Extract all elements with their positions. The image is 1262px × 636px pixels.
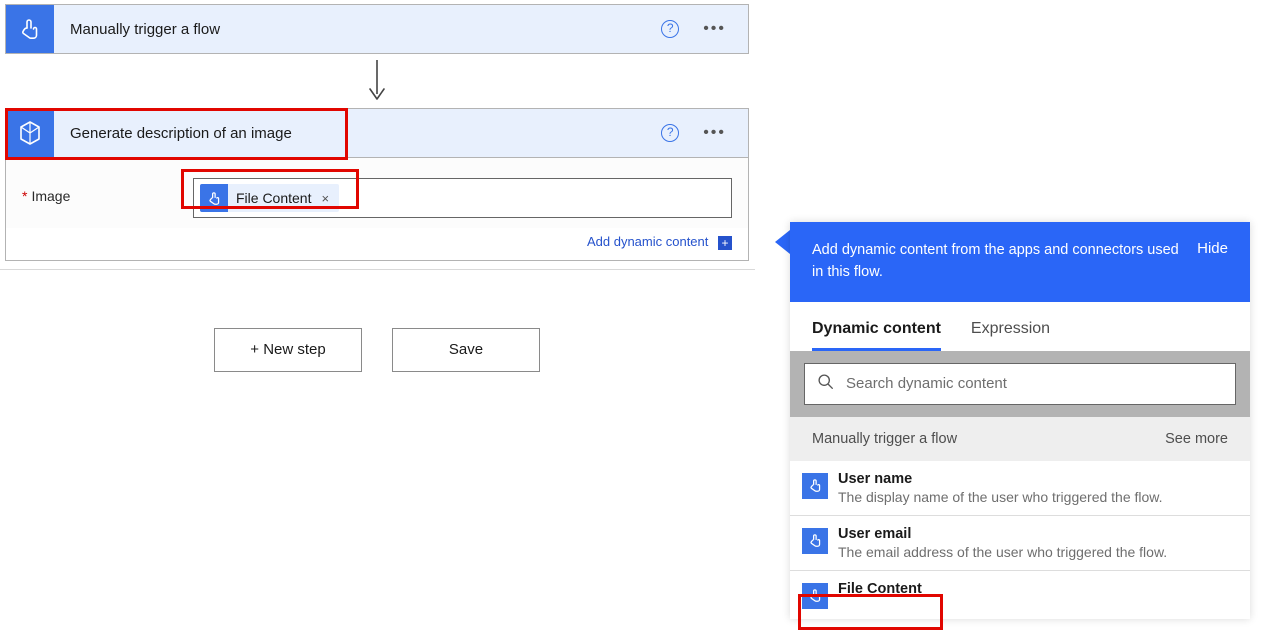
search-icon	[817, 373, 834, 395]
help-icon[interactable]: ?	[661, 124, 679, 142]
action-title: Generate description of an image	[70, 125, 292, 142]
help-icon[interactable]: ?	[661, 20, 679, 38]
dc-item-user-name[interactable]: User name The display name of the user w…	[790, 461, 1250, 516]
dc-item-name: File Content	[838, 581, 922, 597]
dc-item-name: User email	[838, 526, 1167, 542]
trigger-card[interactable]: Manually trigger a flow ? •••	[5, 4, 749, 54]
touch-icon	[200, 184, 228, 212]
new-step-button[interactable]: + New step	[214, 328, 362, 372]
touch-icon	[802, 528, 828, 554]
action-card[interactable]: Generate description of an image ? ••• *…	[5, 108, 749, 261]
token-label: File Content	[228, 190, 319, 206]
hide-button[interactable]: Hide	[1197, 240, 1228, 284]
touch-icon	[6, 5, 54, 53]
tab-expression[interactable]: Expression	[971, 320, 1050, 351]
dynamic-content-panel: Add dynamic content from the apps and co…	[790, 222, 1250, 619]
trigger-title: Manually trigger a flow	[70, 21, 220, 38]
dc-item-desc: The display name of the user who trigger…	[838, 489, 1163, 505]
add-dynamic-content-link[interactable]: Add dynamic content	[587, 234, 708, 249]
required-marker: *	[22, 188, 27, 204]
touch-icon	[802, 473, 828, 499]
action-card-body: *Image File Content ×	[6, 157, 748, 228]
dc-item-desc: The email address of the user who trigge…	[838, 544, 1167, 560]
save-button[interactable]: Save	[392, 328, 540, 372]
more-icon[interactable]: •••	[703, 20, 726, 38]
action-card-header: Generate description of an image ? •••	[6, 109, 748, 157]
add-dynamic-row: Add dynamic content +	[6, 228, 748, 260]
search-dynamic-content[interactable]	[804, 363, 1236, 405]
dc-section-header: Manually trigger a flow See more	[790, 417, 1250, 461]
dc-section-title: Manually trigger a flow	[812, 431, 957, 447]
plus-icon[interactable]: +	[718, 236, 732, 250]
see-more-link[interactable]: See more	[1165, 431, 1228, 447]
search-input[interactable]	[846, 375, 1223, 392]
param-label: *Image	[22, 178, 177, 204]
dc-item-file-content[interactable]: File Content	[790, 571, 1250, 619]
dc-tabs: Dynamic content Expression	[790, 302, 1250, 351]
ai-icon	[6, 109, 54, 157]
tab-dynamic-content[interactable]: Dynamic content	[812, 320, 941, 351]
dc-panel-header: Add dynamic content from the apps and co…	[790, 222, 1250, 302]
dynamic-token-file-content[interactable]: File Content ×	[200, 184, 339, 212]
dc-item-name: User name	[838, 471, 1163, 487]
param-label-text: Image	[31, 188, 70, 204]
touch-icon	[802, 583, 828, 609]
panel-pointer-icon	[775, 230, 790, 254]
separator-line	[0, 269, 755, 270]
more-icon[interactable]: •••	[703, 124, 726, 142]
image-input[interactable]: File Content ×	[193, 178, 732, 218]
trigger-card-header: Manually trigger a flow ? •••	[6, 5, 748, 53]
dc-item-user-email[interactable]: User email The email address of the user…	[790, 516, 1250, 571]
token-remove-icon[interactable]: ×	[319, 191, 339, 206]
dc-header-text: Add dynamic content from the apps and co…	[812, 240, 1182, 284]
flow-connector-arrow	[5, 54, 749, 108]
